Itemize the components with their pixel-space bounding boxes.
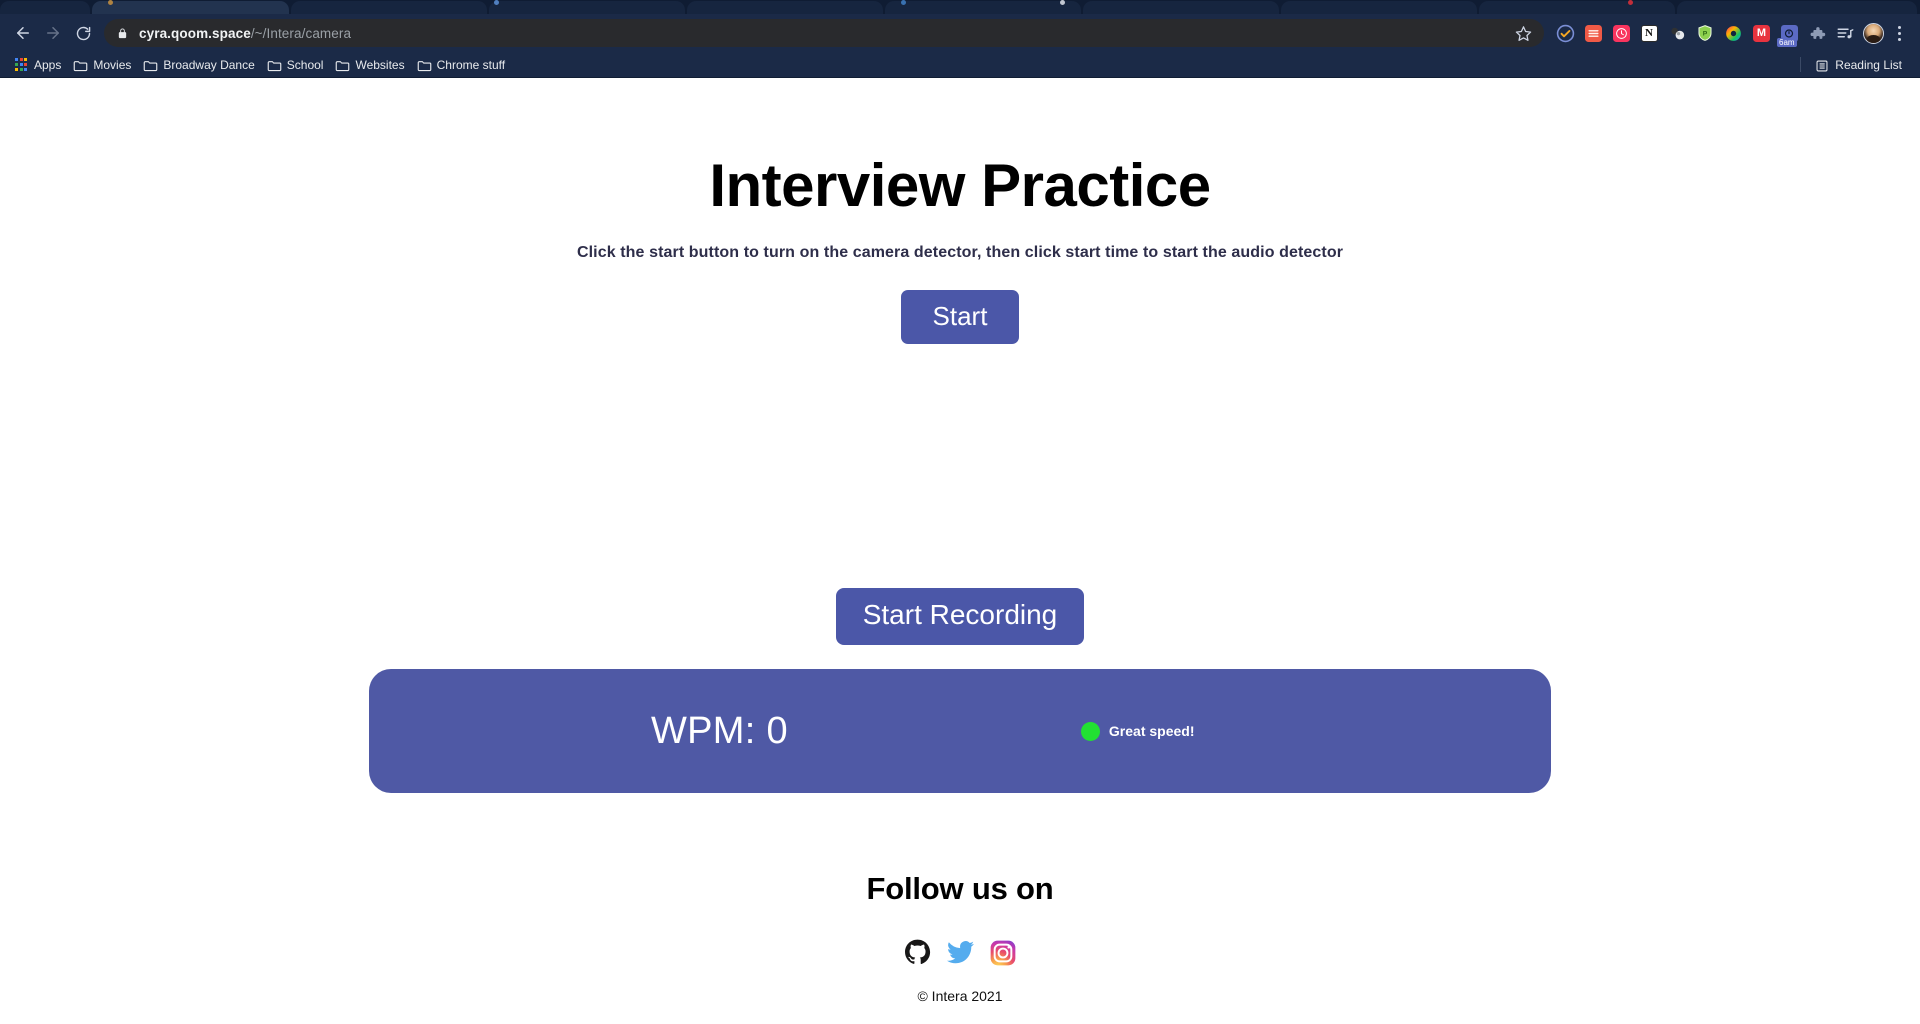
page-title: Interview Practice <box>709 152 1211 219</box>
profile-avatar[interactable] <box>1860 20 1886 46</box>
forward-button[interactable] <box>38 18 68 48</box>
lock-icon <box>117 27 128 40</box>
bookmark-apps-label: Apps <box>34 57 62 72</box>
reload-button[interactable] <box>68 18 98 48</box>
bookmark-apps[interactable]: Apps <box>10 56 69 74</box>
folder-icon <box>267 59 282 71</box>
page-content: Interview Practice Click the start butto… <box>0 78 1920 1024</box>
folder-icon <box>417 59 431 71</box>
reading-list-label: Reading List <box>1835 57 1902 72</box>
page-subtitle: Click the start button to turn on the ca… <box>576 244 1344 261</box>
bookmark-item-websites[interactable]: Websites <box>331 56 412 74</box>
tab-favicon <box>1060 0 1065 5</box>
reading-list-icon <box>1815 59 1829 71</box>
alarm-badge: 6am <box>1777 38 1797 47</box>
colorzilla-extension[interactable] <box>1720 20 1746 46</box>
speed-status-label: Great speed! <box>1108 723 1195 739</box>
privacy-badger-extension[interactable]: P <box>1692 20 1718 46</box>
bookmark-label: Websites <box>355 57 405 72</box>
bookmark-star-icon[interactable] <box>1515 25 1532 42</box>
bookmarks-bar: Apps Movies Broadway Dance School Websit <box>0 52 1920 78</box>
tab-favicon <box>1628 0 1633 5</box>
bookmark-item-broadway-dance[interactable]: Broadway Dance <box>139 56 262 74</box>
bookmark-label: Chrome stuff <box>436 57 506 72</box>
chrome-menu-button[interactable] <box>1888 20 1910 46</box>
momentum-extension[interactable] <box>1664 20 1690 46</box>
extensions-row: N P M 6am <box>1552 20 1910 47</box>
speed-status: Great speed! <box>1080 721 1195 741</box>
bookmark-item-school[interactable]: School <box>263 56 332 74</box>
alarm-extension[interactable]: 6am <box>1776 20 1802 47</box>
github-icon[interactable] <box>904 939 931 966</box>
twitter-icon[interactable] <box>947 941 974 964</box>
back-button[interactable] <box>8 18 38 48</box>
bookmark-item-movies[interactable]: Movies <box>69 56 139 74</box>
browser-tab[interactable] <box>1677 1 1917 14</box>
todoist-extension[interactable] <box>1552 20 1578 46</box>
browser-tab[interactable] <box>687 1 883 14</box>
pinterest-extension[interactable] <box>1608 20 1634 46</box>
browser-tab[interactable] <box>885 1 1081 14</box>
browser-tab[interactable] <box>0 1 90 14</box>
folder-icon <box>73 59 88 71</box>
tab-favicon <box>108 0 113 5</box>
bookmark-label: Broadway Dance <box>163 57 255 72</box>
extensions-puzzle-icon[interactable] <box>1804 20 1830 46</box>
bookmark-label: School <box>286 57 324 72</box>
url-text: cyra.qoom.space/~/Intera/camera <box>139 26 351 41</box>
browser-tab[interactable] <box>1281 1 1477 14</box>
playlist-icon[interactable] <box>1832 20 1858 46</box>
start-recording-button[interactable]: Start Recording <box>835 588 1085 645</box>
bookmark-item-chrome-stuff[interactable]: Chrome stuff <box>413 56 513 74</box>
copyright-text: © Intera 2021 <box>917 988 1003 1004</box>
tab-favicon <box>901 0 906 5</box>
apps-grid-icon <box>14 58 28 72</box>
address-bar[interactable]: cyra.qoom.space/~/Intera/camera <box>104 19 1544 47</box>
tab-strip[interactable] <box>0 0 1920 14</box>
record-button-container: Start Recording <box>0 588 1920 645</box>
browser-tab-active[interactable] <box>92 1 289 14</box>
speed-status-dot <box>1080 721 1100 741</box>
browser-chrome: cyra.qoom.space/~/Intera/camera N P M 6a… <box>0 0 1920 78</box>
url-path: /~/Intera/camera <box>250 25 352 41</box>
follow-us-heading: Follow us on <box>866 871 1054 906</box>
browser-tab[interactable] <box>489 1 685 14</box>
start-button-container: Start <box>0 262 1920 344</box>
bookmark-label: Movies <box>93 57 132 72</box>
listy-extension[interactable] <box>1580 20 1606 46</box>
browser-tab[interactable] <box>1479 1 1675 14</box>
svg-text:P: P <box>1703 31 1708 38</box>
wpm-panel: WPM: 0 Great speed! <box>369 669 1551 793</box>
mm-extension[interactable]: M <box>1748 20 1774 46</box>
browser-tab[interactable] <box>291 1 487 14</box>
wpm-value: WPM: 0 <box>651 709 788 752</box>
reading-list-button[interactable]: Reading List <box>1811 56 1910 74</box>
url-host: cyra.qoom.space <box>139 25 251 41</box>
camera-video-area <box>0 344 1920 588</box>
folder-icon <box>143 59 158 71</box>
avatar <box>1862 22 1884 44</box>
notion-extension[interactable]: N <box>1636 20 1662 46</box>
tab-favicon <box>494 0 499 5</box>
social-links <box>0 907 1920 966</box>
browser-toolbar: cyra.qoom.space/~/Intera/camera N P M 6a… <box>0 14 1920 52</box>
instagram-icon[interactable] <box>990 940 1016 966</box>
start-button[interactable]: Start <box>900 290 1020 344</box>
browser-tab[interactable] <box>1083 1 1279 14</box>
folder-icon <box>335 59 350 71</box>
bookmarks-divider <box>1800 57 1802 72</box>
